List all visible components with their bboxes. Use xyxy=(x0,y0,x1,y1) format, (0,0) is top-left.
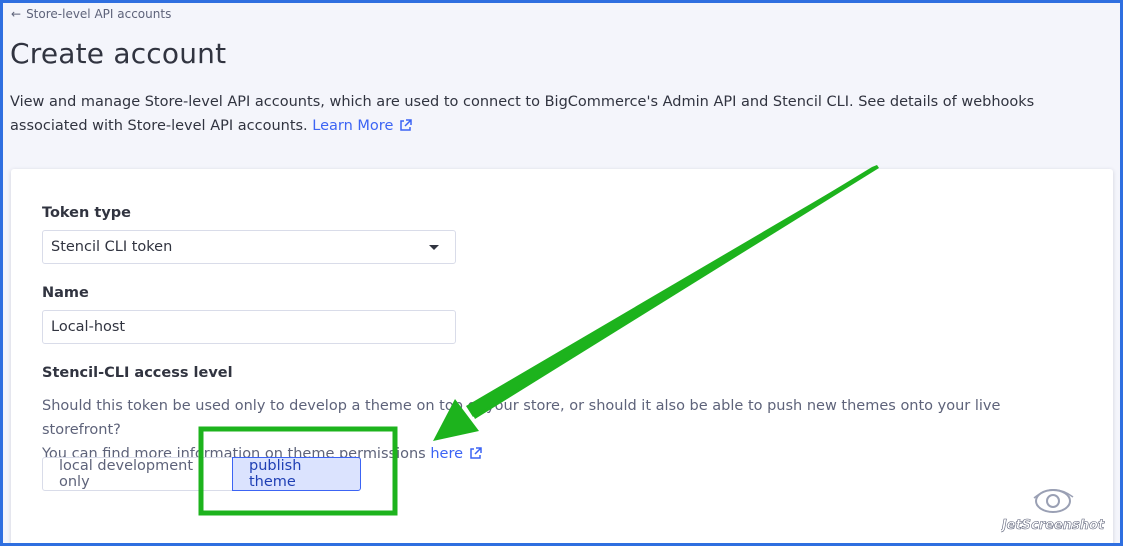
description-text: View and manage Store-level API accounts… xyxy=(10,94,1035,134)
local-development-option[interactable]: local development only xyxy=(42,457,233,491)
theme-permissions-link[interactable]: here xyxy=(430,446,482,462)
back-link-label: Store-level API accounts xyxy=(26,7,172,21)
caret-down-icon xyxy=(429,245,439,250)
page-description: View and manage Store-level API accounts… xyxy=(10,90,1100,138)
page-title: Create account xyxy=(10,37,227,70)
arrow-left-icon: ← xyxy=(11,7,22,21)
name-field-value: Local-host xyxy=(51,319,126,335)
publish-theme-option[interactable]: publish theme xyxy=(232,457,361,491)
access-level-label: Stencil-CLI access level xyxy=(42,365,233,381)
back-link[interactable]: ← Store-level API accounts xyxy=(11,7,171,21)
external-link-icon xyxy=(470,447,482,459)
app-window: ← Store-level API accounts Create accoun… xyxy=(0,0,1123,546)
token-type-select[interactable]: Stencil CLI token xyxy=(42,230,456,264)
access-level-help: Should this token be used only to develo… xyxy=(42,394,1042,466)
name-field[interactable]: Local-host xyxy=(42,310,456,344)
access-help-line-1: Should this token be used only to develo… xyxy=(42,398,1001,438)
token-type-value: Stencil CLI token xyxy=(51,239,173,255)
learn-more-label: Learn More xyxy=(312,118,394,134)
learn-more-link[interactable]: Learn More xyxy=(312,118,413,134)
theme-permissions-link-label: here xyxy=(430,446,464,462)
form-card: Token type Stencil CLI token Name Local-… xyxy=(11,169,1113,543)
name-label: Name xyxy=(42,285,89,301)
external-link-icon xyxy=(400,119,413,131)
token-type-label: Token type xyxy=(42,205,131,221)
access-level-toggle: local development only publish theme xyxy=(42,457,361,491)
